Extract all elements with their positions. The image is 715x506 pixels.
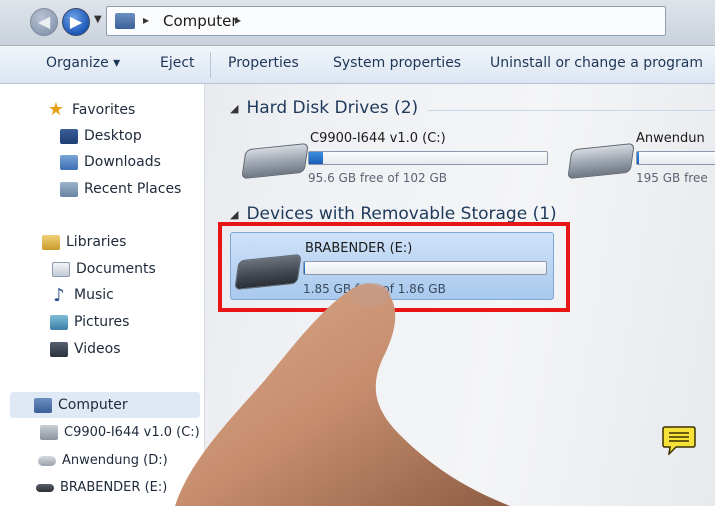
chevron-right-icon[interactable]: ▸ (143, 13, 149, 27)
nav-label: Computer (58, 397, 128, 413)
hard-drive-icon (40, 425, 58, 440)
drive-name: Anwendun (636, 131, 705, 146)
nav-recent-places[interactable]: Recent Places (60, 181, 181, 197)
properties-button[interactable]: Properties (228, 55, 299, 71)
hard-disk-drives-header[interactable]: ◢ Hard Disk Drives (2) (230, 98, 418, 118)
content-pane: ◢ Hard Disk Drives (2) C9900-I644 v1.0 (… (206, 84, 715, 506)
computer-icon (115, 13, 135, 29)
back-button[interactable]: ◀ (30, 8, 58, 36)
organize-button[interactable]: Organize ▾ (46, 55, 120, 71)
desktop-icon (60, 128, 78, 144)
eject-button[interactable]: Eject (160, 55, 195, 71)
system-properties-button[interactable]: System properties (333, 55, 461, 71)
nav-libraries[interactable]: Libraries (42, 234, 126, 250)
nav-desktop[interactable]: Desktop (60, 128, 142, 144)
collapse-triangle-icon[interactable]: ◢ (230, 208, 238, 221)
computer-icon (34, 397, 52, 413)
music-note-icon: ♪ (53, 284, 65, 306)
nav-pictures[interactable]: Pictures (50, 314, 129, 330)
navigation-pane: ★ Favorites Desktop Downloads Recent Pla… (0, 84, 205, 506)
chevron-right-icon[interactable]: ▸ (235, 13, 241, 27)
nav-label: Videos (74, 341, 121, 357)
nav-computer[interactable]: Computer (34, 397, 128, 413)
hard-drive-icon (567, 142, 635, 180)
drive-tile-c[interactable]: C9900-I644 v1.0 (C:) 95.6 GB free of 102… (236, 128, 556, 188)
nav-favorites[interactable]: ★ Favorites (46, 101, 135, 119)
toolbar-divider (210, 52, 211, 78)
nav-label: Pictures (74, 314, 130, 330)
nav-drive-d[interactable]: Anwendung (D:) (38, 453, 168, 468)
nav-label: BRABENDER (E:) (60, 480, 168, 495)
videos-icon (50, 341, 68, 357)
nav-label: Favorites (72, 102, 136, 118)
breadcrumb-computer[interactable]: Computer (163, 12, 238, 30)
drive-tile-d[interactable]: Anwendun 195 GB free (566, 128, 715, 188)
nav-drive-e[interactable]: BRABENDER (E:) (36, 480, 167, 495)
nav-videos[interactable]: Videos (50, 341, 121, 357)
nav-label: Documents (76, 261, 156, 277)
nav-drive-c[interactable]: C9900-I644 v1.0 (C:) (40, 425, 200, 440)
nav-label: Music (74, 287, 114, 303)
downloads-icon (60, 154, 78, 170)
star-icon: ★ (47, 99, 65, 120)
recent-pages-dropdown[interactable]: ▼ (94, 14, 102, 25)
nav-label: Recent Places (84, 181, 182, 197)
explorer-window: ◀ ▶ ▼ ▸ Computer ▸ Organize ▾ Eject Prop… (0, 0, 715, 506)
nav-label: Desktop (84, 128, 142, 144)
nav-label: Downloads (84, 154, 161, 170)
drive-free-space: 95.6 GB free of 102 GB (308, 171, 447, 185)
drive-usage-bar (308, 151, 548, 165)
command-bar: Organize ▾ Eject Properties System prope… (0, 46, 715, 84)
group-divider (428, 110, 715, 111)
nav-label: C9900-I644 v1.0 (C:) (64, 425, 200, 440)
red-highlight-box (218, 222, 570, 312)
nav-label: Libraries (66, 234, 127, 250)
forward-button[interactable]: ▶ (62, 8, 90, 36)
pictures-icon (50, 314, 68, 330)
address-bar[interactable]: ▸ Computer ▸ (106, 6, 666, 36)
uninstall-program-button[interactable]: Uninstall or change a program (490, 55, 703, 71)
nav-documents[interactable]: Documents (52, 261, 156, 277)
drive-name: C9900-I644 v1.0 (C:) (310, 131, 446, 146)
nav-downloads[interactable]: Downloads (60, 154, 161, 170)
group-label: Devices with Removable Storage (1) (246, 204, 557, 224)
group-label: Hard Disk Drives (2) (246, 98, 419, 118)
nav-music[interactable]: ♪ Music (50, 284, 114, 306)
hard-drive-icon (241, 142, 309, 180)
libraries-icon (42, 234, 60, 250)
usb-drive-icon (36, 483, 54, 492)
removable-storage-header[interactable]: ◢ Devices with Removable Storage (1) (230, 204, 557, 224)
collapse-triangle-icon[interactable]: ◢ (230, 102, 238, 115)
drive-usage-fill (637, 152, 639, 164)
hard-drive-icon (38, 455, 56, 466)
recent-places-icon (60, 181, 78, 197)
nav-label: Anwendung (D:) (62, 453, 168, 468)
drive-free-space: 195 GB free (636, 171, 708, 185)
drive-usage-bar (636, 151, 715, 165)
documents-icon (52, 261, 70, 277)
drive-usage-fill (309, 152, 324, 164)
speech-bubble-icon[interactable] (662, 425, 696, 455)
address-bar-area: ◀ ▶ ▼ ▸ Computer ▸ (0, 0, 715, 46)
